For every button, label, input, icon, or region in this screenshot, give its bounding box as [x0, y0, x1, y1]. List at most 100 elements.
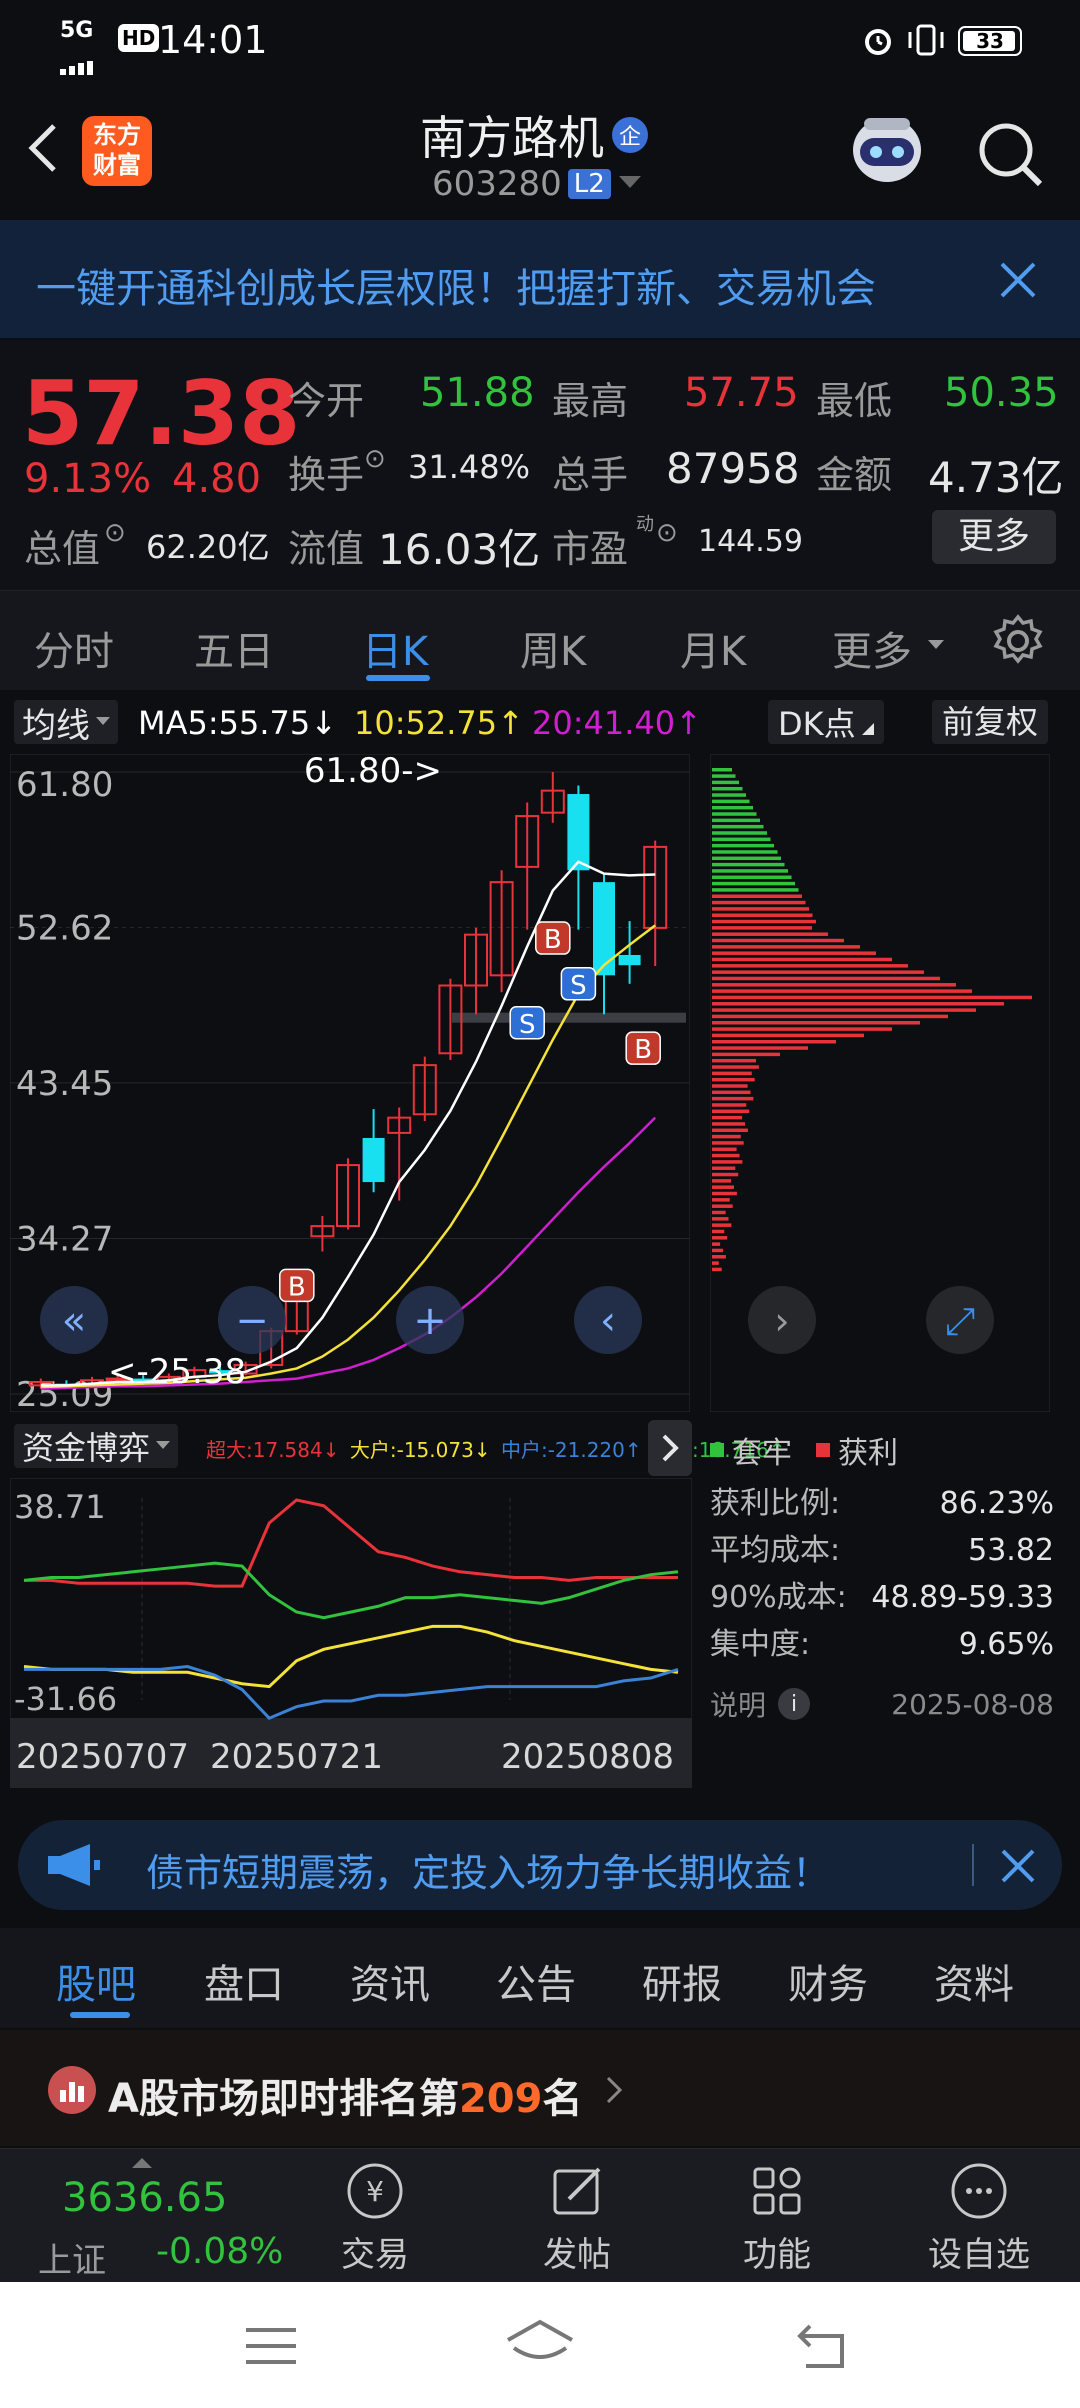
chevron-right-icon: [606, 2076, 623, 2108]
info-tabs: 股吧 盘口 资讯 公告 研报 财务 资料: [0, 1928, 1080, 2028]
nav-watchlist-label: 设自选: [928, 2235, 1030, 2275]
gear-icon[interactable]: [990, 613, 1046, 673]
legend-large: 大户:-15.073↓: [349, 1438, 491, 1462]
chip-stat-row: 90%成本: 48.89-59.33: [710, 1574, 1054, 1621]
chip-bar: [712, 1179, 732, 1183]
legend-profit: 获利: [838, 1436, 898, 1471]
ma5-value: MA5:55.75↓: [138, 704, 338, 742]
turnover-label: 换手: [288, 453, 365, 497]
info-circle-icon[interactable]: ⊙: [364, 444, 386, 474]
indicator-label: 均线: [22, 705, 90, 746]
chip-bar: [712, 1122, 745, 1126]
tab-daily-k[interactable]: 日K: [362, 619, 428, 677]
ad-banner[interactable]: 债市短期震荡，定投入场力争长期收益！: [18, 1820, 1062, 1910]
y-tick-label: 61.80: [16, 765, 113, 805]
tab-profile[interactable]: 资料: [934, 1952, 1014, 2010]
chip-expand-button-glyph: ⤢: [945, 1299, 975, 1343]
fund-legend: 超大:17.584↓ 大户:-15.073↓ 中户:-21.220↑ 小户:18…: [206, 1434, 786, 1463]
chip-bar: [712, 812, 757, 816]
more-button[interactable]: 更多: [932, 510, 1056, 564]
chip-bar: [712, 786, 743, 791]
close-icon[interactable]: [998, 260, 1038, 304]
info-circle-icon[interactable]: ⊙: [104, 518, 126, 548]
change-percent: 9.13%: [24, 456, 152, 502]
vibrate-icon: [906, 22, 946, 67]
back-button[interactable]: [22, 120, 62, 180]
app-logo: 东方 财富: [82, 116, 152, 186]
zoom-out-button-glyph: −: [235, 1298, 269, 1344]
chip-stat-label: 平均成本:: [710, 1533, 841, 1568]
robot-assistant-icon[interactable]: [842, 110, 932, 194]
x-tick-label: 20250721: [210, 1737, 383, 1777]
enterprise-badge: 企: [612, 117, 648, 153]
tab-financials[interactable]: 财务: [788, 1952, 868, 2010]
back-nav-icon[interactable]: [796, 2322, 852, 2374]
chip-bar: [712, 1058, 756, 1063]
chip-bar: [712, 774, 736, 778]
chip-stat-value: 86.23%: [939, 1486, 1054, 1521]
chip-bar: [712, 843, 774, 848]
index-value[interactable]: 3636.65: [62, 2175, 227, 2221]
menu-icon[interactable]: [244, 2324, 298, 2372]
y-tick-label: 34.27: [16, 1219, 113, 1259]
y-tick-label: 43.45: [16, 1064, 113, 1104]
nav-post[interactable]: 发帖: [522, 2159, 632, 2276]
chip-bar: [712, 1021, 920, 1025]
search-icon[interactable]: [976, 120, 1046, 194]
rank-text: A股市场即时排名第209名: [108, 2076, 583, 2122]
chip-bar: [712, 875, 792, 880]
tab-more[interactable]: 更多: [832, 619, 912, 677]
ad-divider: [972, 1844, 974, 1886]
trade-icon: ¥: [347, 2163, 403, 2219]
nav-watchlist[interactable]: 设自选: [914, 2159, 1044, 2276]
tab-five-day[interactable]: 五日: [194, 619, 274, 677]
chip-bar: [712, 1141, 744, 1145]
tab-weekly-k[interactable]: 周K: [520, 619, 586, 677]
x-tick-label: 20250808: [501, 1737, 674, 1777]
open-label: 今开: [288, 379, 365, 423]
period-tabs: 分时 五日 日K 周K 月K 更多: [0, 590, 1080, 690]
scroll-left-fast-button-glyph: «: [62, 1298, 86, 1344]
low-value: 50.35: [944, 370, 1059, 416]
tab-news[interactable]: 资讯: [350, 1952, 430, 2010]
tab-monthly-k[interactable]: 月K: [680, 619, 746, 677]
tab-announcements[interactable]: 公告: [496, 1952, 576, 2010]
chip-bar: [712, 964, 908, 968]
close-icon[interactable]: [1000, 1848, 1036, 1888]
zoom-in-button-glyph: +: [413, 1298, 447, 1344]
promo-banner[interactable]: 一键开通科创成长层权限！把握打新、交易机会: [0, 220, 1080, 338]
adjust-button[interactable]: 前复权: [932, 700, 1049, 744]
stock-code-row[interactable]: 603280 L2: [432, 164, 641, 204]
note-label[interactable]: 说明: [710, 1684, 766, 1724]
y-tick-label: 38.71: [14, 1488, 106, 1526]
ma20-value: 20:41.40↑: [532, 704, 702, 742]
expand-right-button[interactable]: [648, 1420, 692, 1476]
chip-bar: [712, 1147, 737, 1151]
info-icon[interactable]: i: [778, 1688, 811, 1720]
y-tick-label: -31.66: [14, 1680, 117, 1718]
nav-trade[interactable]: ¥ 交易: [320, 2159, 430, 2276]
stock-title: 南方路机 企: [420, 102, 648, 168]
tab-orderbook[interactable]: 盘口: [204, 1952, 284, 2010]
x-tick-label: 20250707: [16, 1737, 189, 1777]
market-rank-banner[interactable]: A股市场即时排名第209名: [0, 2030, 1080, 2146]
nav-functions[interactable]: 功能: [722, 2159, 832, 2276]
tab-forum[interactable]: 股吧: [56, 1952, 136, 2010]
chip-bar: [712, 894, 802, 898]
fund-indicator-selector[interactable]: 资金博弈: [14, 1424, 179, 1468]
dk-point-button[interactable]: DK点: [768, 700, 884, 744]
home-icon[interactable]: [504, 2318, 576, 2372]
info-circle-icon[interactable]: ⊙: [656, 518, 678, 548]
chip-bar: [712, 957, 892, 962]
chip-bar: [712, 1198, 730, 1202]
legend-hold: 套牢: [732, 1436, 792, 1471]
tab-intraday[interactable]: 分时: [34, 619, 114, 677]
tab-research[interactable]: 研报: [642, 1952, 722, 2010]
support-band: [452, 1012, 686, 1023]
chevron-down-icon: [618, 175, 641, 194]
chip-bar: [712, 926, 812, 930]
indicator-selector[interactable]: 均线: [14, 700, 118, 746]
chip-bar: [712, 938, 844, 943]
svg-text:¥: ¥: [366, 2175, 384, 2208]
candlestick-chart[interactable]: 61.8052.6243.4534.2725.09BSBSB61.80-><-2…: [10, 754, 690, 1412]
